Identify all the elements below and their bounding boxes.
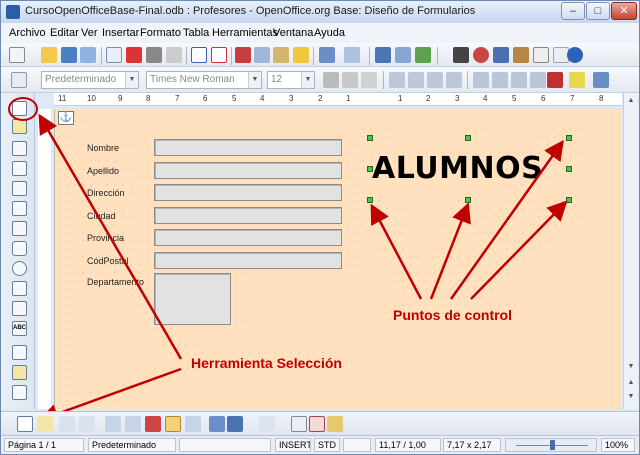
control-icon[interactable] xyxy=(59,416,75,432)
select-arrow-icon[interactable] xyxy=(17,416,33,432)
status-size: 7,17 x 2,17 xyxy=(443,438,501,452)
selection-tool-highlight-top xyxy=(8,97,38,121)
automatic-control-focus-icon[interactable] xyxy=(185,416,201,432)
helplines-icon[interactable] xyxy=(327,416,343,432)
status-bar: Página 1 / 1 Predeterminado INSERT STD 1… xyxy=(1,435,639,454)
zoom-thumb[interactable] xyxy=(550,440,555,450)
status-document-modified xyxy=(343,438,371,452)
anchor-change-icon[interactable] xyxy=(227,416,243,432)
zoom-slider[interactable] xyxy=(505,438,597,452)
form-design-toolbar xyxy=(1,411,639,435)
activation-order-icon[interactable] xyxy=(145,416,161,432)
status-page-style: Predeterminado xyxy=(88,438,176,452)
app-window: CursoOpenOfficeBase-Final.odb : Profesor… xyxy=(0,0,640,455)
position-and-size-icon[interactable] xyxy=(209,416,225,432)
display-grid-icon[interactable] xyxy=(291,416,307,432)
status-zoom[interactable]: 100% xyxy=(601,438,635,452)
annotation-arrows xyxy=(38,113,568,424)
arrow-to-top-selection xyxy=(38,113,183,360)
annotation-selection-tool: Herramienta Selección xyxy=(191,355,342,371)
add-field-icon[interactable] xyxy=(125,416,141,432)
status-page: Página 1 / 1 xyxy=(4,438,84,452)
alignment-icon[interactable] xyxy=(259,416,275,432)
status-language xyxy=(179,438,271,452)
design-mode-icon[interactable] xyxy=(37,416,53,432)
arrow-to-handle-3 xyxy=(449,139,564,300)
snap-to-grid-icon[interactable] xyxy=(309,416,325,432)
form-icon[interactable] xyxy=(79,416,95,432)
status-insert-mode[interactable]: INSERT xyxy=(275,438,311,452)
status-selection-mode[interactable]: STD xyxy=(314,438,340,452)
open-in-design-mode-icon[interactable] xyxy=(165,416,181,432)
form-navigator-icon[interactable] xyxy=(105,416,121,432)
status-position: 11,17 / 1,00 xyxy=(375,438,441,452)
arrow-to-handle-1 xyxy=(370,203,423,300)
annotation-control-points: Puntos de control xyxy=(393,307,512,323)
